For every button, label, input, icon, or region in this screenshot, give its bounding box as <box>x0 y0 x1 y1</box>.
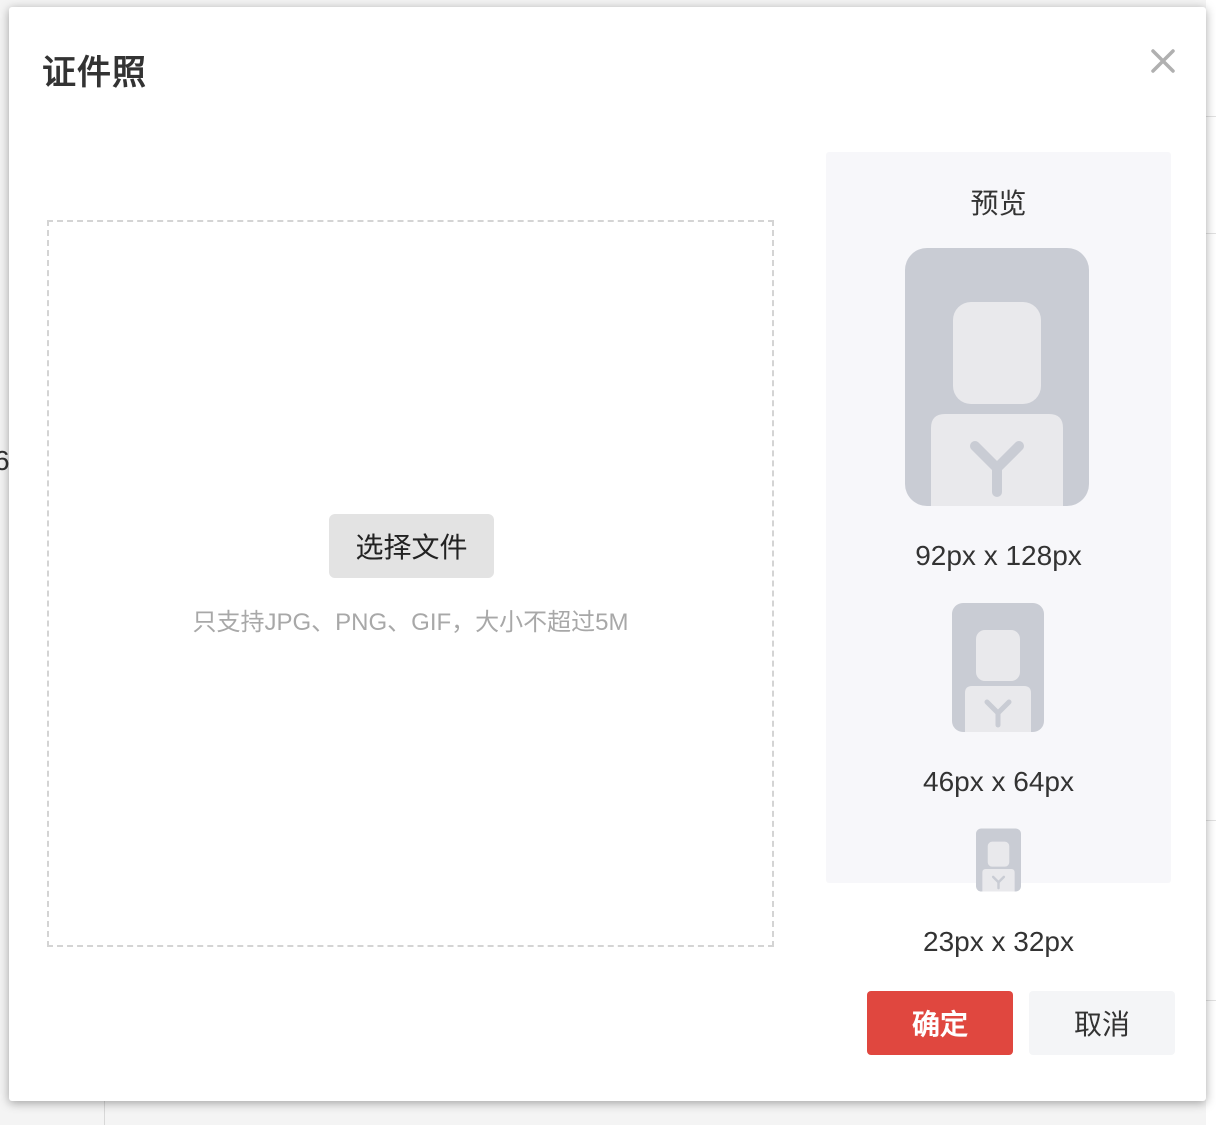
dialog-title: 证件照 <box>42 54 147 92</box>
background-divider <box>1206 1000 1216 1001</box>
preview-title: 预览 <box>970 188 1027 219</box>
choose-file-button[interactable]: 选择文件 <box>329 514 494 578</box>
upload-hint: 只支持JPG、PNG、GIF，大小不超过5M <box>192 609 629 636</box>
avatar-placeholder-small-icon <box>976 828 1021 892</box>
background-divider <box>1206 116 1216 117</box>
preview-size-label-small: 23px x 32px <box>923 926 1074 957</box>
avatar-placeholder-medium-icon <box>952 603 1044 732</box>
confirm-button[interactable]: 确定 <box>867 991 1013 1055</box>
background-page-edge <box>1206 0 1216 1125</box>
avatar-placeholder-large-icon <box>905 248 1089 506</box>
cancel-button[interactable]: 取消 <box>1029 991 1175 1055</box>
background-divider <box>1206 233 1216 234</box>
preview-panel: 预览 92px x 128px 46px x 64px 23px x 32px <box>826 152 1171 957</box>
background-divider <box>104 1100 105 1125</box>
close-icon[interactable] <box>1145 43 1181 79</box>
preview-size-label-medium: 46px x 64px <box>923 766 1074 797</box>
background-divider <box>1206 820 1216 821</box>
id-photo-dialog: 证件照 选择文件 只支持JPG、PNG、GIF，大小不超过5M 预览 92px … <box>9 7 1206 1101</box>
preview-size-label-large: 92px x 128px <box>915 540 1082 571</box>
upload-dropzone[interactable]: 选择文件 只支持JPG、PNG、GIF，大小不超过5M <box>47 220 774 947</box>
